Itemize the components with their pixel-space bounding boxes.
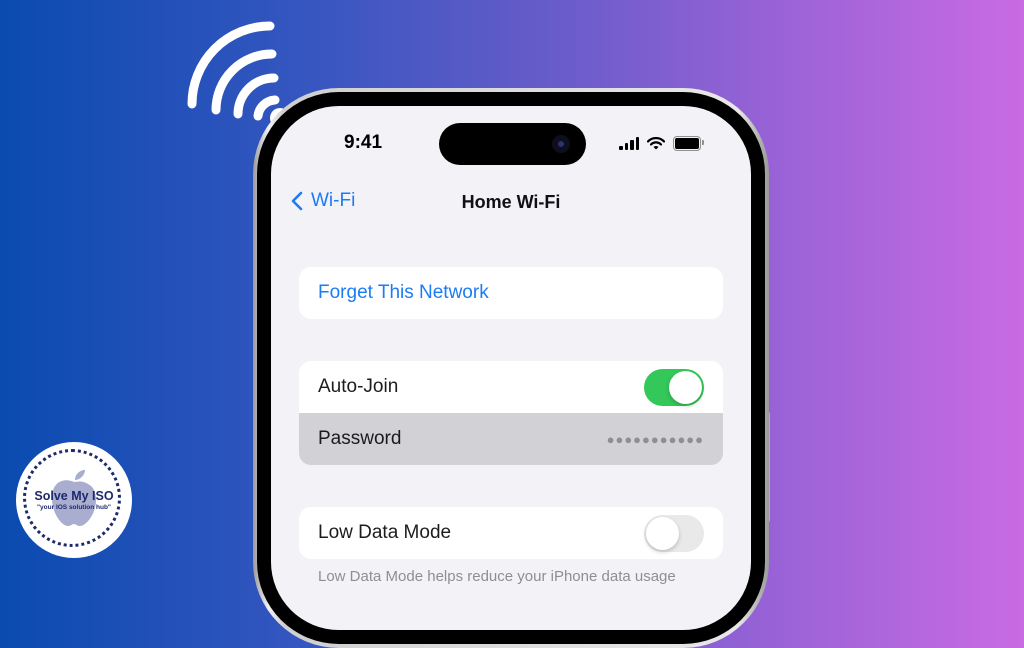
status-time: 9:41 — [344, 132, 383, 153]
dynamic-island — [439, 123, 586, 165]
iphone-frame: 9:41 Wi-Fi Home Wi-Fi Forget This Networ… — [253, 88, 769, 648]
password-row[interactable]: Password ●●●●●●●●●●● — [299, 413, 723, 465]
logo-title: Solve My ISO — [34, 489, 114, 503]
auto-join-label: Auto-Join — [318, 376, 399, 397]
forget-network-button[interactable]: Forget This Network — [299, 267, 723, 319]
low-data-footnote: Low Data Mode helps reduce your iPhone d… — [318, 568, 676, 585]
page-title: Home Wi-Fi — [461, 192, 561, 212]
brand-logo: Solve My ISO "your IOS solution hub" — [16, 442, 132, 558]
forget-network-group: Forget This Network — [299, 267, 723, 319]
auto-join-toggle[interactable] — [644, 368, 704, 406]
low-data-label: Low Data Mode — [318, 522, 452, 543]
auto-join-row: Auto-Join — [299, 361, 723, 413]
low-data-toggle[interactable] — [644, 514, 704, 552]
password-value: ●●●●●●●●●●● — [606, 431, 704, 447]
wifi-icon — [647, 137, 665, 150]
password-label: Password — [318, 428, 402, 449]
forget-network-label: Forget This Network — [318, 282, 489, 303]
phone-screen: 9:41 Wi-Fi Home Wi-Fi Forget This Networ… — [271, 106, 751, 630]
camera-icon — [552, 135, 570, 153]
cellular-signal-icon — [619, 137, 639, 150]
status-icons — [619, 136, 704, 151]
logo-tagline: "your IOS solution hub" — [36, 504, 112, 511]
phone-bezel: 9:41 Wi-Fi Home Wi-Fi Forget This Networ… — [257, 92, 765, 644]
low-data-group: Low Data Mode — [299, 507, 723, 559]
join-settings-group: Auto-Join Password ●●●●●●●●●●● — [299, 361, 723, 465]
low-data-row: Low Data Mode — [299, 507, 723, 559]
battery-icon — [673, 136, 704, 151]
